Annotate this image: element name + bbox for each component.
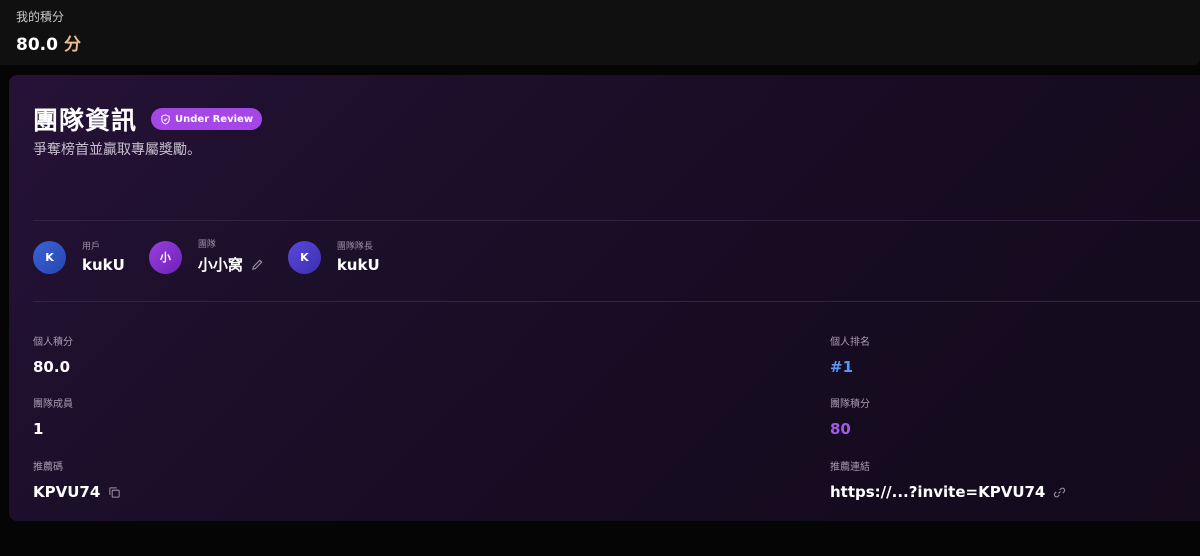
stat-value: KPVU74 — [33, 483, 121, 501]
stat-referral-code: 推薦碼 KPVU74 — [33, 461, 121, 501]
my-points-unit: 分 — [63, 35, 81, 55]
stat-value: 80 — [830, 420, 870, 438]
member-name: kukU — [82, 256, 125, 274]
referral-code-text: KPVU74 — [33, 483, 101, 501]
my-points-label: 我的積分 — [16, 10, 65, 24]
member-name: 小小窝 — [198, 254, 264, 275]
team-title-row: 團隊資訊 Under Review — [33, 101, 263, 137]
my-points-bar: 我的積分 80.0 分 — [0, 0, 1200, 65]
member-name-text: kukU — [82, 255, 125, 274]
stat-personal-points: 個人積分 80.0 — [33, 336, 73, 376]
member-user-text: 用戶 kukU — [82, 241, 125, 274]
member-user: K 用戶 kukU — [33, 240, 125, 274]
stat-value: #1 — [830, 358, 870, 376]
divider — [33, 301, 1200, 302]
status-badge: Under Review — [151, 108, 263, 130]
stat-label: 團隊成員 — [33, 399, 73, 410]
my-points-row: 80.0 分 — [16, 30, 1184, 55]
member-name-text: kukU — [336, 255, 380, 274]
my-points-value: 80.0 — [16, 35, 58, 55]
link-icon[interactable] — [1053, 486, 1066, 499]
referral-link-text[interactable]: https://...?invite=KPVU74 — [830, 483, 1045, 501]
stat-personal-rank: 個人排名 #1 — [830, 336, 870, 376]
member-label: 團隊隊長 — [336, 241, 373, 252]
divider — [33, 220, 1200, 221]
member-list: K 用戶 kukU 小 團隊 小小窝 K 團隊隊長 kukU — [33, 239, 404, 275]
stat-label: 個人排名 — [830, 337, 870, 348]
stat-label: 團隊積分 — [830, 399, 870, 410]
avatar: K — [287, 240, 321, 274]
stat-referral-link: 推薦連結 https://...?invite=KPVU74 — [830, 461, 1066, 501]
member-captain: K 團隊隊長 kukU — [287, 240, 380, 274]
shield-check-icon — [161, 113, 170, 125]
member-team: 小 團隊 小小窝 — [148, 239, 264, 275]
stat-value-text: 80.0 — [33, 358, 71, 376]
team-info-card: 團隊資訊 Under Review 爭奪榜首並贏取專屬獎勵。 K 用戶 kukU… — [9, 75, 1200, 521]
stat-value-text: 80 — [830, 420, 851, 438]
stat-value: 1 — [33, 420, 73, 438]
stat-label: 推薦碼 — [33, 462, 63, 473]
status-badge-label: Under Review — [175, 113, 254, 125]
member-label: 團隊 — [197, 240, 216, 250]
stat-team-members: 團隊成員 1 — [33, 398, 73, 438]
member-captain-text: 團隊隊長 kukU — [337, 241, 380, 274]
member-label: 用戶 — [82, 241, 101, 252]
avatar: K — [33, 240, 66, 274]
stat-team-points: 團隊積分 80 — [830, 398, 870, 438]
member-team-text: 團隊 小小窝 — [198, 239, 264, 275]
stat-label: 推薦連結 — [830, 462, 870, 473]
team-subtitle: 爭奪榜首並贏取專屬獎勵。 — [33, 142, 201, 158]
stat-value-text: 1 — [33, 420, 44, 438]
stat-label: 個人積分 — [33, 337, 73, 348]
member-name-text: 小小窝 — [197, 256, 243, 274]
avatar: 小 — [148, 240, 182, 274]
stat-value-text: #1 — [830, 358, 854, 376]
stat-value: 80.0 — [33, 358, 73, 376]
page-title: 團隊資訊 — [33, 106, 138, 135]
pencil-icon[interactable] — [251, 258, 264, 271]
stat-value: https://...?invite=KPVU74 — [830, 483, 1066, 501]
member-name: kukU — [337, 256, 380, 274]
copy-icon[interactable] — [108, 486, 121, 499]
